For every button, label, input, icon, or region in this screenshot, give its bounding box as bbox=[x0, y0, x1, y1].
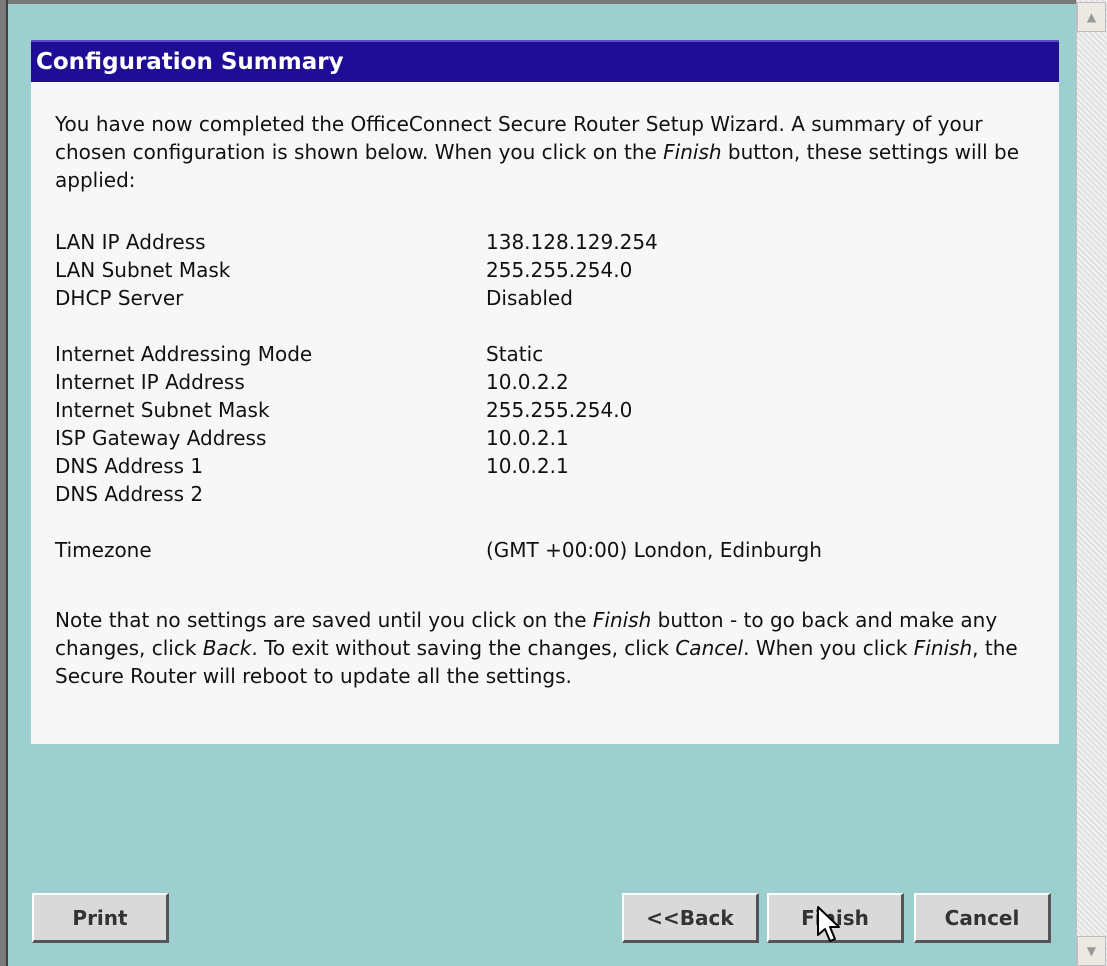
note-part: . To exit without saving the changes, cl… bbox=[251, 636, 676, 660]
setting-row-dns2: DNS Address 2 bbox=[55, 480, 1045, 508]
setting-value: 10.0.2.1 bbox=[486, 426, 569, 450]
window-top-border bbox=[0, 0, 1076, 4]
setting-value: Disabled bbox=[486, 286, 573, 310]
scroll-down-arrow-icon[interactable]: ▼ bbox=[1077, 936, 1106, 966]
setting-value: 255.255.254.0 bbox=[486, 258, 633, 282]
setting-row-lan-ip: LAN IP Address 138.128.129.254 bbox=[55, 228, 1045, 256]
note-finish-word: Finish bbox=[913, 636, 973, 660]
scroll-up-arrow-icon[interactable]: ▲ bbox=[1077, 2, 1106, 32]
setting-row-dhcp: DHCP Server Disabled bbox=[55, 284, 1045, 312]
setting-value: 138.128.129.254 bbox=[486, 230, 658, 254]
note-finish-word: Finish bbox=[592, 608, 652, 632]
setting-row-internet-subnet: Internet Subnet Mask 255.255.254.0 bbox=[55, 396, 1045, 424]
setting-row-internet-ip: Internet IP Address 10.0.2.2 bbox=[55, 368, 1045, 396]
setting-label: ISP Gateway Address bbox=[55, 426, 267, 450]
back-button[interactable]: <<Back bbox=[622, 893, 759, 943]
setting-label: Internet Subnet Mask bbox=[55, 398, 270, 422]
setting-row-isp-gateway: ISP Gateway Address 10.0.2.1 bbox=[55, 424, 1045, 452]
setting-value: (GMT +00:00) London, Edinburgh bbox=[486, 538, 822, 562]
page-title: Configuration Summary bbox=[31, 40, 1059, 82]
note-back-word: Back bbox=[202, 636, 252, 660]
setting-label: LAN IP Address bbox=[55, 230, 206, 254]
cancel-button[interactable]: Cancel bbox=[914, 893, 1051, 943]
note-cancel-word: Cancel bbox=[675, 636, 744, 660]
setting-value: 10.0.2.2 bbox=[486, 370, 569, 394]
setting-label: DNS Address 2 bbox=[55, 482, 204, 506]
intro-finish-word: Finish bbox=[663, 140, 722, 164]
note-part: Note that no settings are saved until yo… bbox=[55, 608, 593, 632]
setting-row-dns1: DNS Address 1 10.0.2.1 bbox=[55, 452, 1045, 480]
wizard-window: ▲ ▼ Configuration Summary You have now c… bbox=[0, 0, 1107, 966]
setting-row-addressing-mode: Internet Addressing Mode Static bbox=[55, 340, 1045, 368]
print-button[interactable]: Print bbox=[32, 893, 169, 943]
note-text: Note that no settings are saved until yo… bbox=[55, 606, 1045, 690]
vertical-scrollbar[interactable] bbox=[1076, 0, 1107, 966]
note-part: . When you click bbox=[743, 636, 914, 660]
setting-label: LAN Subnet Mask bbox=[55, 258, 231, 282]
setting-value: 255.255.254.0 bbox=[486, 398, 633, 422]
settings-list: LAN IP Address 138.128.129.254 LAN Subne… bbox=[55, 228, 1045, 564]
setting-row-timezone: Timezone (GMT +00:00) London, Edinburgh bbox=[55, 536, 1045, 564]
summary-panel: You have now completed the OfficeConnect… bbox=[31, 82, 1059, 744]
setting-label: Internet Addressing Mode bbox=[55, 342, 313, 366]
setting-value: 10.0.2.1 bbox=[486, 454, 569, 478]
setting-value: Static bbox=[486, 342, 544, 366]
setting-label: DHCP Server bbox=[55, 286, 184, 310]
setting-label: DNS Address 1 bbox=[55, 454, 204, 478]
mouse-pointer-icon bbox=[817, 906, 840, 942]
setting-label: Internet IP Address bbox=[55, 370, 245, 394]
intro-text: You have now completed the OfficeConnect… bbox=[55, 110, 1045, 194]
setting-row-lan-subnet: LAN Subnet Mask 255.255.254.0 bbox=[55, 256, 1045, 284]
setting-label: Timezone bbox=[55, 538, 152, 562]
window-left-border bbox=[0, 0, 8, 966]
